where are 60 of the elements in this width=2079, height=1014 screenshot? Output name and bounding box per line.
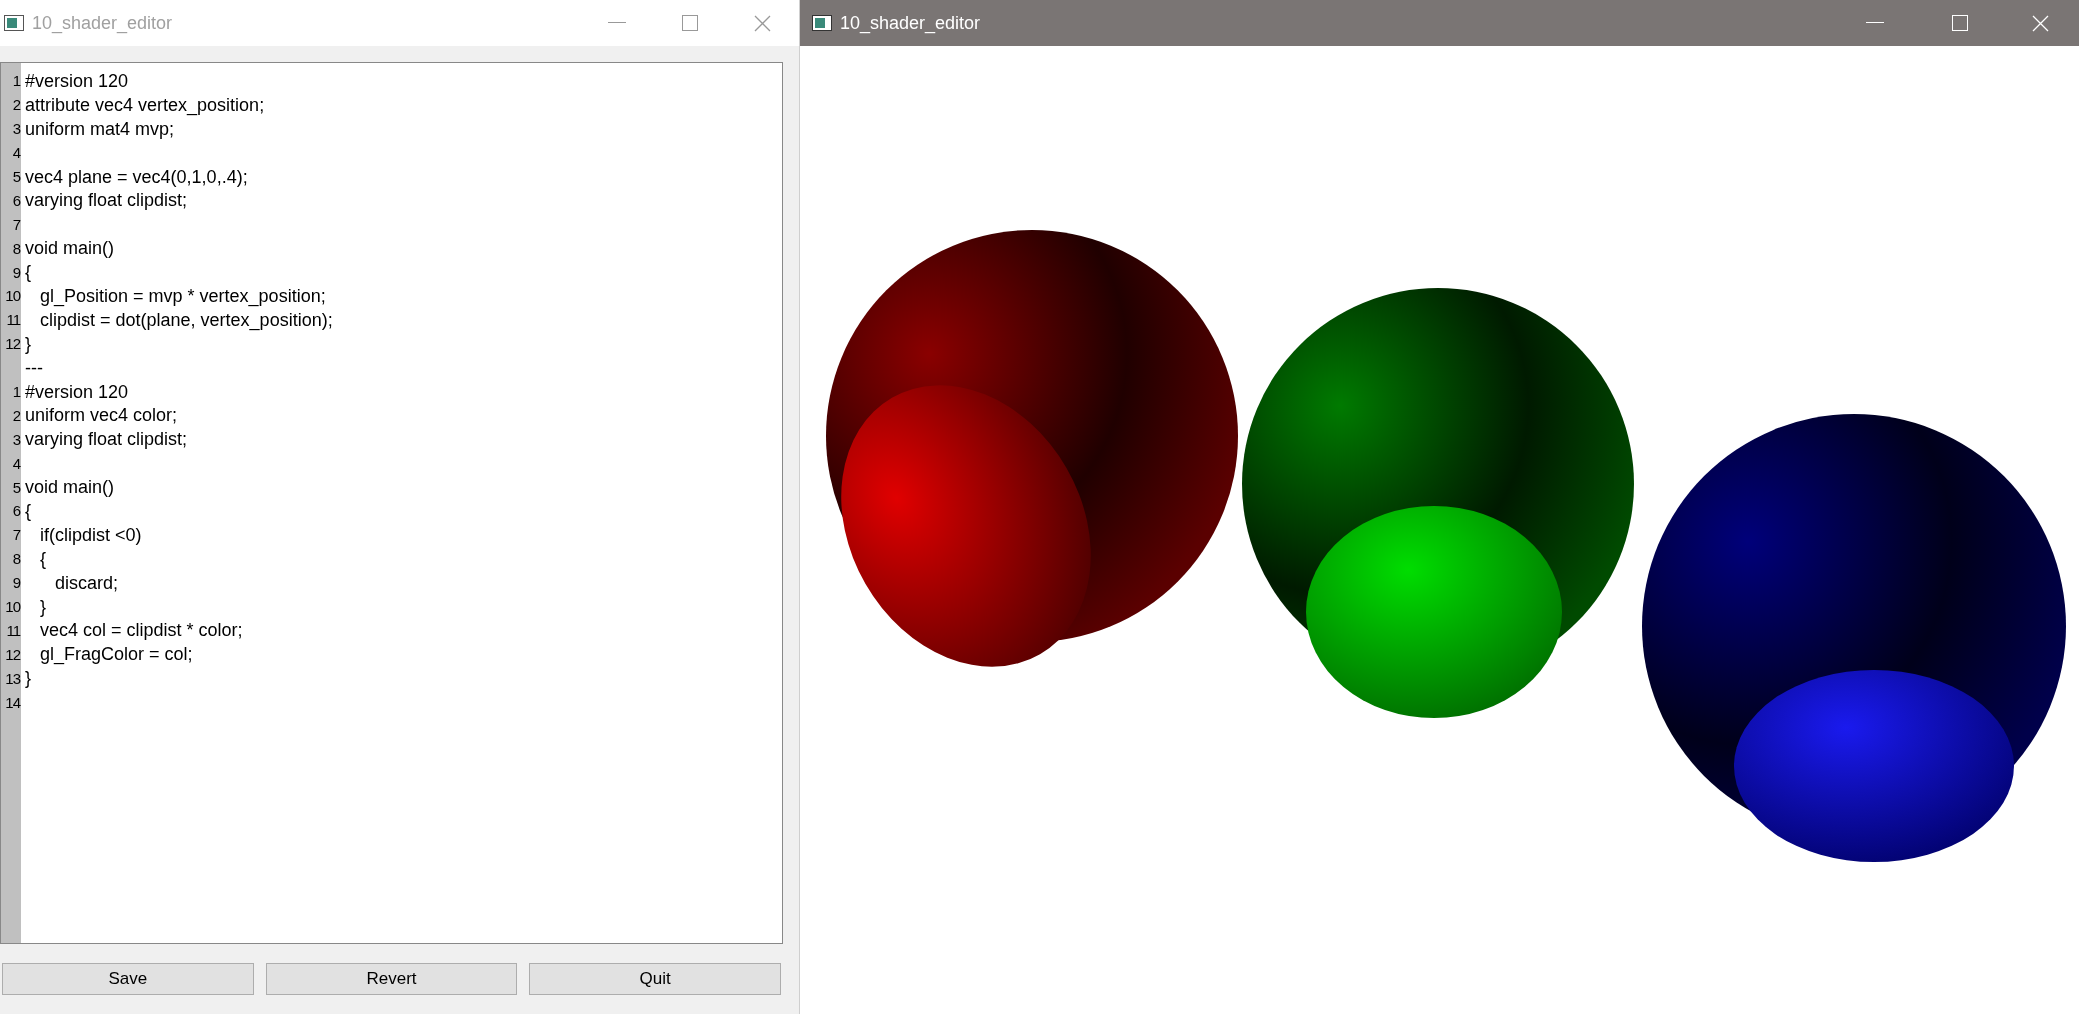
app-icon (812, 15, 832, 31)
code-line: if(clipdist <0) (39, 525, 142, 544)
line-number: 2 (11, 97, 21, 113)
code-line: attribute vec4 vertex_position; (25, 95, 265, 114)
code-line: { (39, 549, 46, 568)
dialog-button[interactable]: Save (2, 963, 254, 995)
line-number: 7 (11, 216, 21, 232)
maximize-icon[interactable] (682, 15, 698, 31)
line-number: 9 (11, 264, 21, 280)
code-line: } (25, 334, 31, 353)
code-line: gl_FragColor = col; (39, 645, 193, 664)
line-number: 12 (4, 646, 21, 662)
code-line: #version 120 (25, 71, 129, 90)
code-line: uniform mat4 mvp; (25, 119, 175, 138)
line-number: 10 (4, 599, 21, 615)
code-line: discard; (54, 573, 119, 592)
line-number: 1 (11, 384, 21, 399)
code-line: { (25, 263, 31, 282)
dialog-button[interactable]: Revert (265, 963, 518, 995)
line-number: 3 (11, 121, 21, 137)
line-number: 12 (4, 336, 21, 352)
code-line: gl_Position = mvp * vertex_position; (39, 286, 326, 305)
window-title: 10_shader_editor (840, 11, 981, 36)
code-line: vec4 col = clipdist * color; (39, 621, 243, 640)
line-number: 9 (11, 575, 21, 591)
app-icon (4, 15, 24, 31)
code-line: void main() (25, 239, 115, 258)
line-number: 4 (11, 455, 21, 471)
line-number: 4 (11, 145, 21, 161)
minimize-icon[interactable] (1866, 22, 1884, 24)
code-line: #version 120 (25, 382, 129, 401)
dialog-button[interactable]: Quit (529, 963, 781, 995)
line-number: 8 (11, 240, 21, 256)
code-line: } (25, 669, 31, 688)
line-number: 11 (5, 312, 21, 328)
line-number: 10 (4, 288, 21, 304)
line-number: 1 (11, 73, 21, 89)
window-title: 10_shader_editor (32, 11, 173, 36)
code-line: --- (25, 358, 43, 377)
line-number: 11 (5, 622, 21, 638)
line-number: 8 (11, 551, 21, 567)
code-line: vec4 plane = vec4(0,1,0,.4); (25, 167, 248, 186)
line-number: 13 (4, 670, 21, 686)
code-line: } (39, 597, 46, 616)
line-number: 5 (11, 169, 21, 184)
code-line: clipdist = dot(plane, vertex_position); (39, 310, 333, 329)
minimize-icon[interactable] (608, 22, 626, 24)
line-number: 6 (11, 503, 21, 519)
close-icon[interactable] (754, 14, 771, 32)
code-line: uniform vec4 color; (25, 406, 178, 425)
code-line: varying float clipdist; (25, 191, 188, 210)
line-number: 5 (11, 479, 21, 495)
line-number: 3 (11, 431, 21, 447)
line-number: 2 (11, 407, 21, 423)
line-number: 14 (4, 694, 21, 710)
code-line: { (25, 501, 31, 520)
line-number: 7 (11, 527, 21, 543)
line-number: 6 (11, 192, 21, 208)
code-line: void main() (25, 478, 115, 497)
code-line: varying float clipdist; (25, 430, 188, 449)
